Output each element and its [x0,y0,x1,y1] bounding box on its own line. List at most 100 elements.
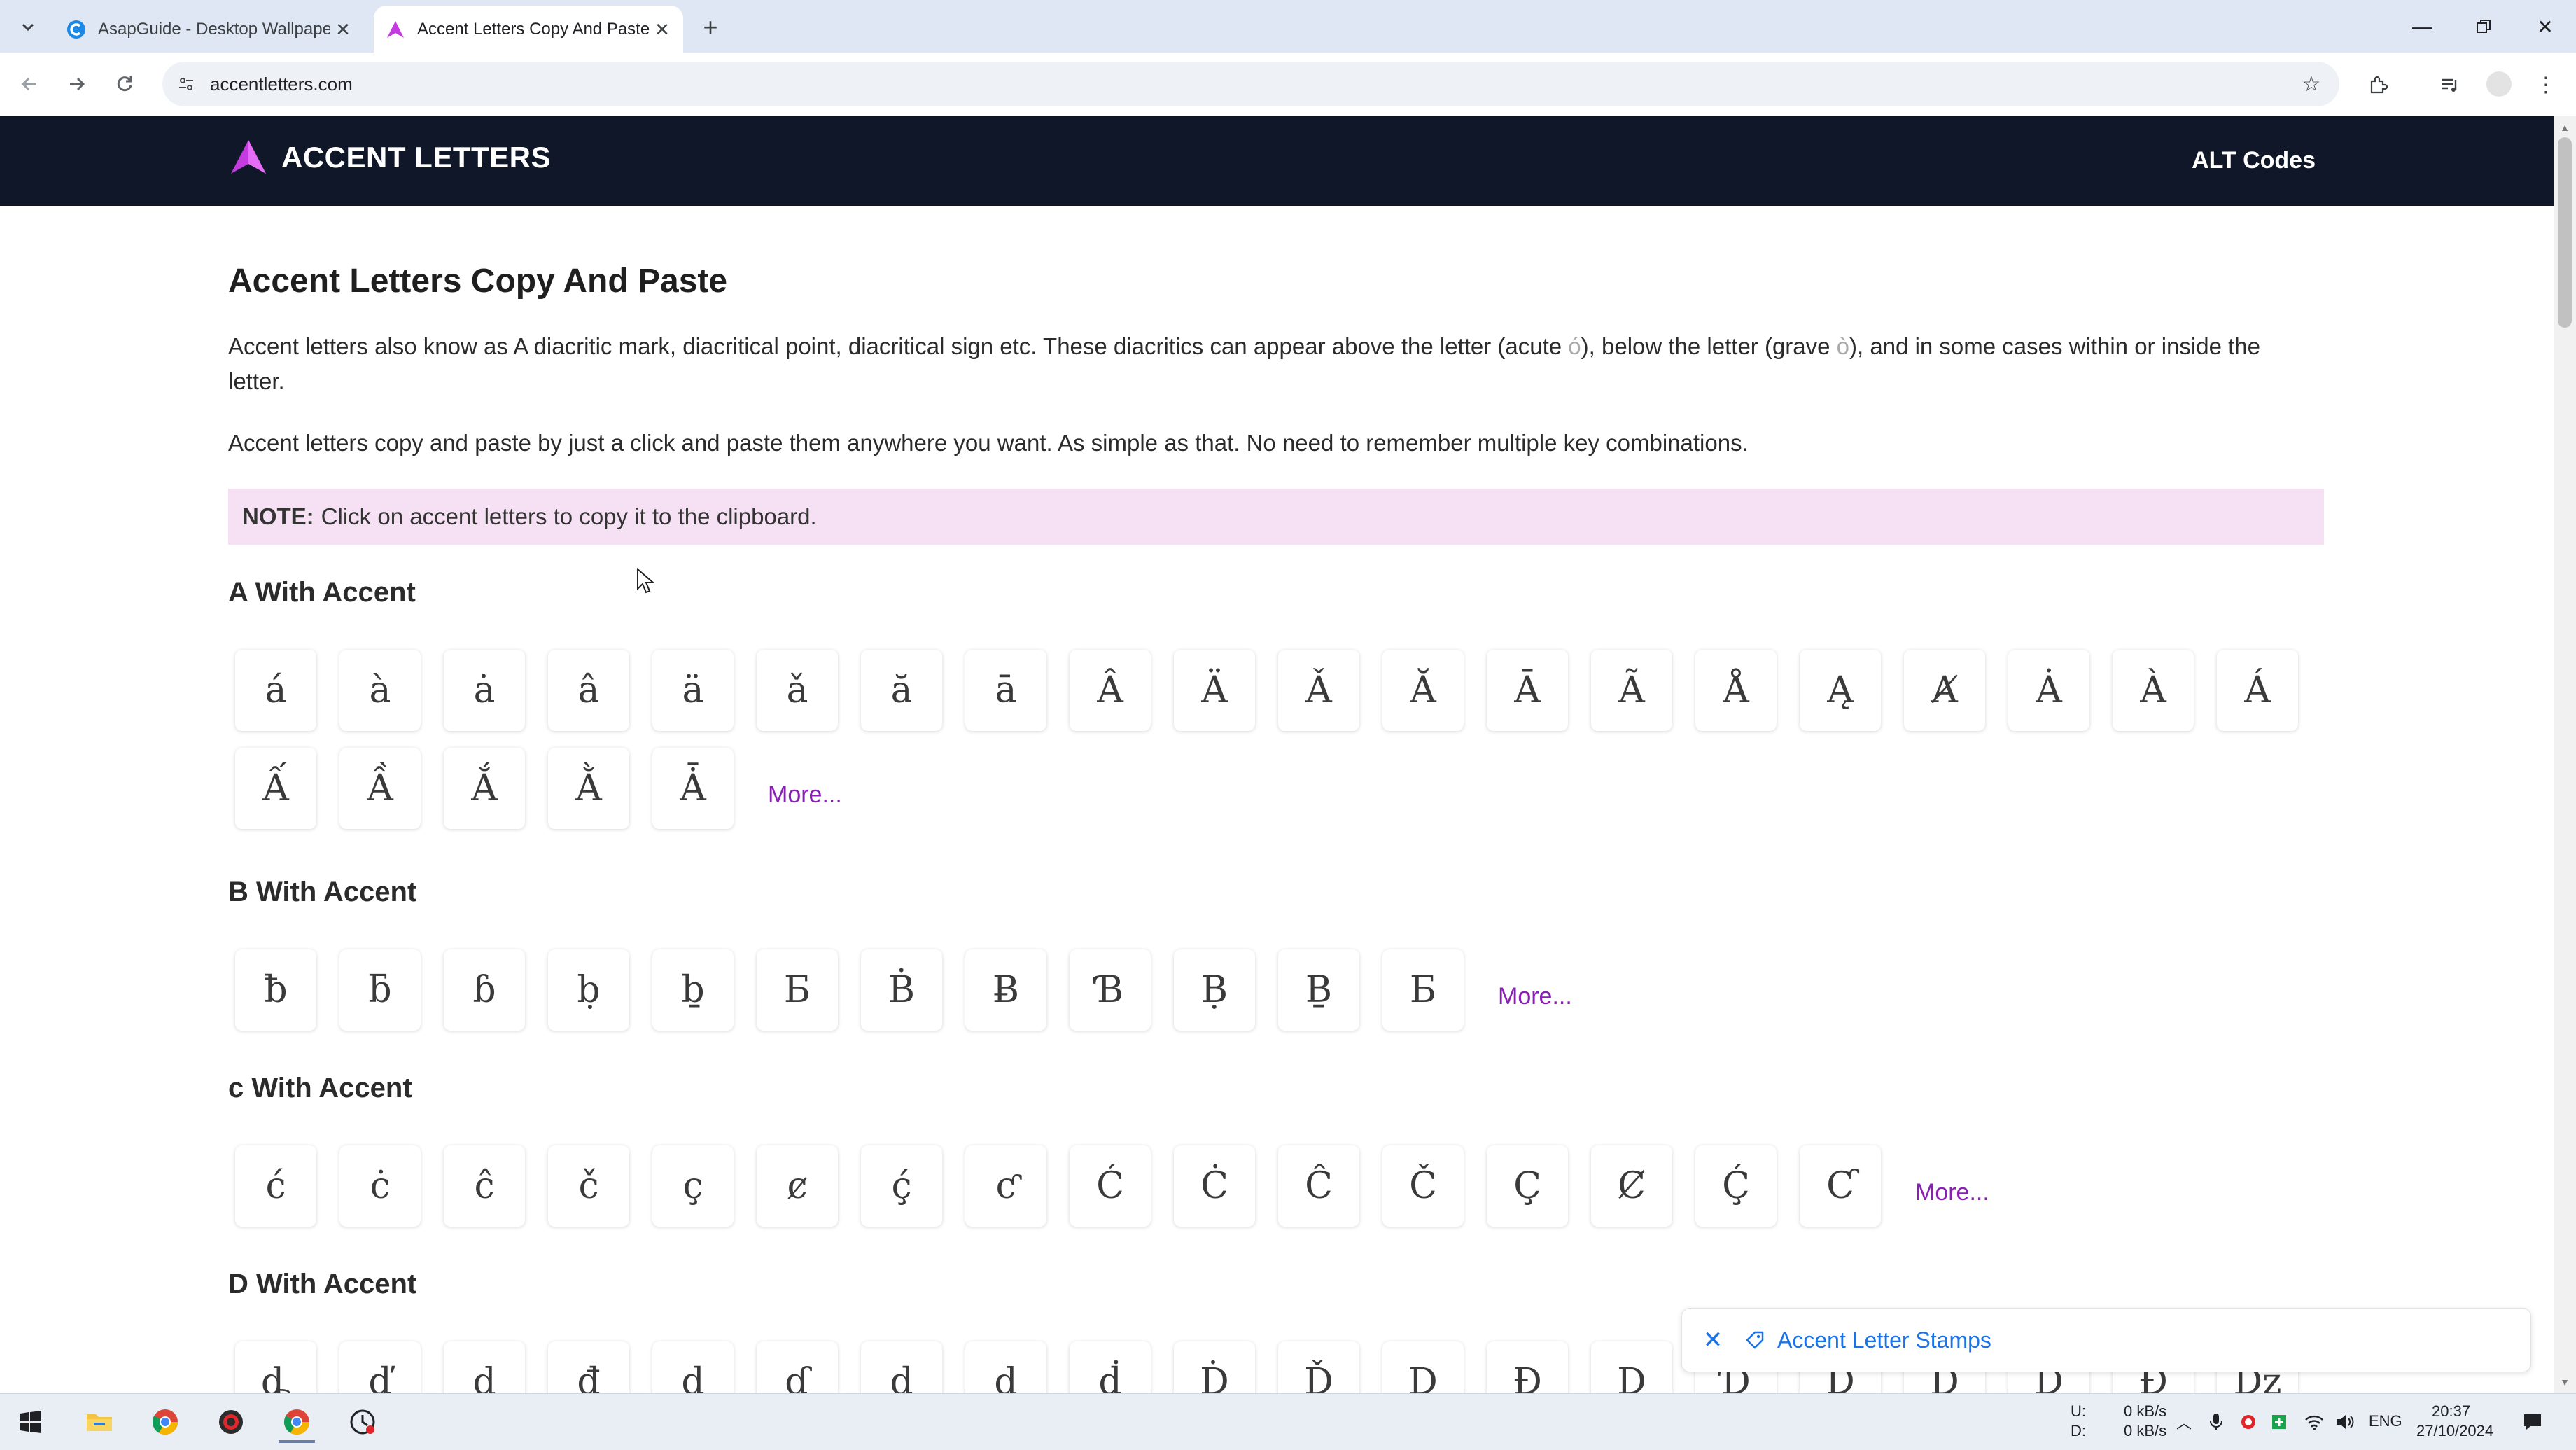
close-window-icon[interactable]: ✕ [2517,8,2573,45]
tab-search-button[interactable] [13,11,43,42]
accent-letter-tile[interactable]: Ⱥ [1904,650,1985,731]
accent-letter-tile[interactable]: ḅ [548,949,629,1031]
accent-letter-tile[interactable]: Ǎ [1278,650,1359,731]
restore-window-icon[interactable] [2456,8,2512,45]
clock-app-icon[interactable] [344,1404,381,1440]
windows-start-icon[interactable] [13,1404,49,1440]
accent-letter-tile[interactable]: ă [861,650,942,731]
accent-letter-tile[interactable]: ä [652,650,734,731]
scroll-up-arrow-icon[interactable]: ▲ [2559,122,2570,133]
more-letters-link[interactable]: More... [1498,983,1572,1010]
accent-letter-tile[interactable]: ḇ [652,949,734,1031]
accent-letter-tile[interactable]: Ā [1487,650,1568,731]
accent-letter-tile[interactable]: Ć [1070,1145,1151,1227]
accent-letter-tile[interactable]: Б [1382,949,1464,1031]
speaker-volume-icon[interactable] [2334,1411,2356,1433]
accent-letter-tile[interactable]: Ą [1800,650,1881,731]
recording-indicator-icon[interactable] [2237,1411,2260,1433]
accent-letter-tile[interactable]: č [548,1145,629,1227]
accent-letter-tile[interactable]: Ḉ [1695,1145,1777,1227]
accent-letter-tile[interactable]: Č [1382,1145,1464,1227]
site-settings-icon[interactable] [172,70,200,98]
accent-letter-tile[interactable]: Ɓ [1070,949,1151,1031]
tab-asapguide[interactable]: AsapGuide - Desktop Wallpape ✕ [55,6,364,53]
accent-letter-tile[interactable]: ƃ [340,949,421,1031]
accent-letter-tile[interactable]: Ằ [548,748,629,829]
scroll-down-arrow-icon[interactable]: ▼ [2559,1376,2570,1388]
minimize-window-icon[interactable]: — [2394,8,2450,45]
show-hidden-icons-chevron-icon[interactable]: ︿ [2173,1411,2195,1433]
accent-letter-tile[interactable]: Â [1070,650,1151,731]
screen-recorder-icon[interactable] [213,1404,249,1440]
accent-letter-tile[interactable]: Ắ [444,748,525,829]
accent-letter-tile[interactable]: Ă [1382,650,1464,731]
accent-letter-tile[interactable]: à [340,650,421,731]
profile-avatar[interactable] [2486,71,2512,97]
accent-letter-tile[interactable]: ĉ [444,1145,525,1227]
close-tab-icon[interactable]: ✕ [650,17,675,42]
accent-letter-tile[interactable]: Å [1695,650,1777,731]
accent-letter-tile[interactable]: á [235,650,316,731]
accent-letter-tile[interactable]: Ḅ [1174,949,1255,1031]
accent-letter-tile[interactable]: Ã [1591,650,1672,731]
address-bar[interactable]: accentletters.com ☆ [162,62,2339,106]
accent-letter-tile[interactable]: Ȼ [1591,1145,1672,1227]
close-icon[interactable]: ✕ [1699,1326,1727,1354]
accent-letter-tile[interactable]: Ǡ [652,748,734,829]
accent-letter-tile[interactable]: ċ [340,1145,421,1227]
accent-letter-tile[interactable]: ƈ [965,1145,1046,1227]
back-arrow-icon[interactable] [13,67,46,101]
accent-letter-tile[interactable]: Ä [1174,650,1255,731]
clock-time[interactable]: 20:37 [2432,1402,2470,1421]
accent-letter-tile[interactable]: ȧ [444,650,525,731]
accent-letter-tile[interactable]: ć [235,1145,316,1227]
language-indicator[interactable]: ENG [2369,1412,2402,1430]
accent-letter-stamps-link[interactable]: Accent Letter Stamps [1777,1327,1991,1353]
accent-letter-tile[interactable]: ƀ [235,949,316,1031]
accent-letter-tile[interactable]: À [2113,650,2194,731]
site-logo[interactable]: ACCENT LETTERS [228,137,551,178]
wifi-icon[interactable] [2303,1411,2325,1433]
app-tray-icon[interactable] [2268,1411,2290,1433]
accent-letter-tile[interactable]: â [548,650,629,731]
more-letters-link[interactable]: More... [768,781,842,809]
accent-letter-tile[interactable]: Ấ [235,748,316,829]
bookmark-star-icon[interactable]: ☆ [2297,70,2325,98]
accent-letter-tile[interactable]: Ç [1487,1145,1568,1227]
close-tab-icon[interactable]: ✕ [330,17,356,42]
accent-letter-tile[interactable]: ā [965,650,1046,731]
accent-letters-favicon-icon [385,19,406,40]
accent-letter-tile[interactable]: Ḇ [1278,949,1359,1031]
accent-letter-tile[interactable]: Á [2217,650,2298,731]
tab-accent-letters[interactable]: Accent Letters Copy And Paste ✕ [374,6,683,53]
accent-letter-tile[interactable]: Ḃ [861,949,942,1031]
accent-letter-tile[interactable]: Ầ [340,748,421,829]
scrollbar-thumb[interactable] [2558,137,2572,328]
accent-letter-tile[interactable]: Ƈ [1800,1145,1881,1227]
accent-letter-tile[interactable]: ḉ [861,1145,942,1227]
accent-letter-tile[interactable]: Ƀ [965,949,1046,1031]
chrome-active-icon[interactable] [279,1404,315,1443]
page-scrollbar[interactable]: ▲ ▼ [2554,116,2576,1393]
accent-letter-tile[interactable]: Ȧ [2008,650,2090,731]
accent-letter-tile[interactable]: ȼ [757,1145,838,1227]
accent-letter-tile[interactable]: ç [652,1145,734,1227]
more-letters-link[interactable]: More... [1915,1179,1989,1206]
accent-letter-tile[interactable]: ɓ [444,949,525,1031]
microphone-icon[interactable] [2205,1411,2227,1433]
accent-letter-tile[interactable]: Ĉ [1278,1145,1359,1227]
accent-letter-tile[interactable]: ǎ [757,650,838,731]
forward-arrow-icon[interactable] [60,67,94,101]
reload-icon[interactable] [108,67,141,101]
alt-codes-link[interactable]: ALT Codes [2192,147,2316,174]
notifications-icon[interactable] [2521,1411,2544,1433]
file-explorer-icon[interactable] [81,1404,118,1440]
extensions-puzzle-icon[interactable] [2362,69,2394,101]
accent-letter-tile[interactable]: Ƃ [757,949,838,1031]
clock-date[interactable]: 27/10/2024 [2416,1422,2493,1440]
media-controls-icon[interactable] [2433,69,2465,101]
new-tab-button[interactable]: + [696,13,725,42]
accent-letter-tile[interactable]: Ċ [1174,1145,1255,1227]
browser-menu-icon[interactable]: ⋮ [2530,69,2562,101]
chrome-icon[interactable] [147,1404,183,1440]
